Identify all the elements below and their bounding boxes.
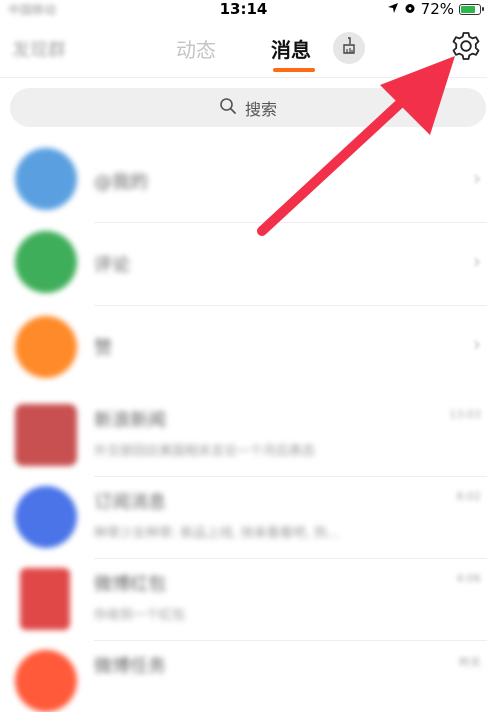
status-bar: 中国移动 13:14 72% — [0, 0, 487, 22]
location-icon — [387, 0, 399, 18]
row-title: 订阅消息 — [94, 492, 166, 513]
alarm-icon — [404, 0, 416, 18]
list-item[interactable]: 微博任务 昨天 — [0, 642, 487, 712]
row-title: 赞 — [94, 338, 112, 359]
discover-group-link[interactable]: 发现群 — [12, 36, 66, 62]
broom-icon — [340, 37, 358, 59]
search-icon — [219, 97, 237, 119]
chevron-right-icon: › — [473, 249, 481, 273]
row-title: @我的 — [94, 172, 148, 193]
row-divider — [94, 640, 487, 641]
chevron-right-icon: › — [473, 332, 481, 356]
battery-icon — [459, 3, 484, 15]
list-item[interactable]: 订阅消息 种草少女种草: 新品上线, 快来看看吧, 热... 8:02 — [0, 478, 487, 560]
top-nav: 发现群 动态 消息 — [0, 22, 487, 78]
clear-unread-button[interactable] — [333, 32, 365, 64]
task-avatar-icon — [15, 650, 77, 712]
like-avatar-icon — [15, 316, 77, 378]
search-placeholder: 搜索 — [244, 99, 277, 119]
list-item[interactable]: @我的 › — [0, 140, 487, 223]
chevron-right-icon: › — [473, 166, 481, 190]
status-indicators: 72% — [387, 0, 484, 18]
search-bar[interactable]: 搜索 — [10, 88, 486, 127]
list-item[interactable]: 评论 › — [0, 223, 487, 306]
row-divider — [94, 476, 487, 477]
row-divider — [94, 558, 487, 559]
active-tab-indicator — [273, 68, 315, 72]
battery-percent: 72% — [420, 0, 454, 18]
row-subtitle: 外交部回应美国相关言论一个月后表态 — [94, 444, 316, 459]
gear-icon — [451, 31, 481, 65]
row-time: 4:06 — [456, 572, 481, 585]
subscription-avatar-icon — [15, 486, 77, 548]
row-time: 13:03 — [449, 408, 481, 421]
settings-button[interactable] — [446, 28, 486, 68]
row-title: 评论 — [94, 255, 130, 276]
row-subtitle: 种草少女种草: 新品上线, 快来看看吧, 热... — [94, 526, 340, 541]
row-time: 8:02 — [456, 490, 481, 503]
list-item[interactable]: 新浪新闻 外交部回应美国相关言论一个月后表态 13:03 — [0, 396, 487, 478]
tab-messages[interactable]: 消息 — [271, 34, 311, 63]
battery-fill — [461, 5, 476, 13]
row-title: 新浪新闻 — [94, 410, 166, 431]
comment-avatar-icon — [15, 231, 77, 293]
row-title: 微博任务 — [94, 656, 166, 677]
news-avatar-icon — [15, 404, 77, 466]
header-divider — [0, 77, 487, 78]
list-item[interactable]: 赞 › — [0, 306, 487, 388]
row-title: 微博红包 — [94, 574, 166, 595]
list-item[interactable]: 微博红包 你收到一个红包 4:06 — [0, 560, 487, 642]
mention-avatar-icon — [15, 148, 77, 210]
red-packet-avatar-icon — [20, 568, 70, 630]
tab-feed[interactable]: 动态 — [176, 34, 216, 63]
row-subtitle: 你收到一个红包 — [94, 608, 186, 623]
row-time: 昨天 — [459, 656, 481, 669]
